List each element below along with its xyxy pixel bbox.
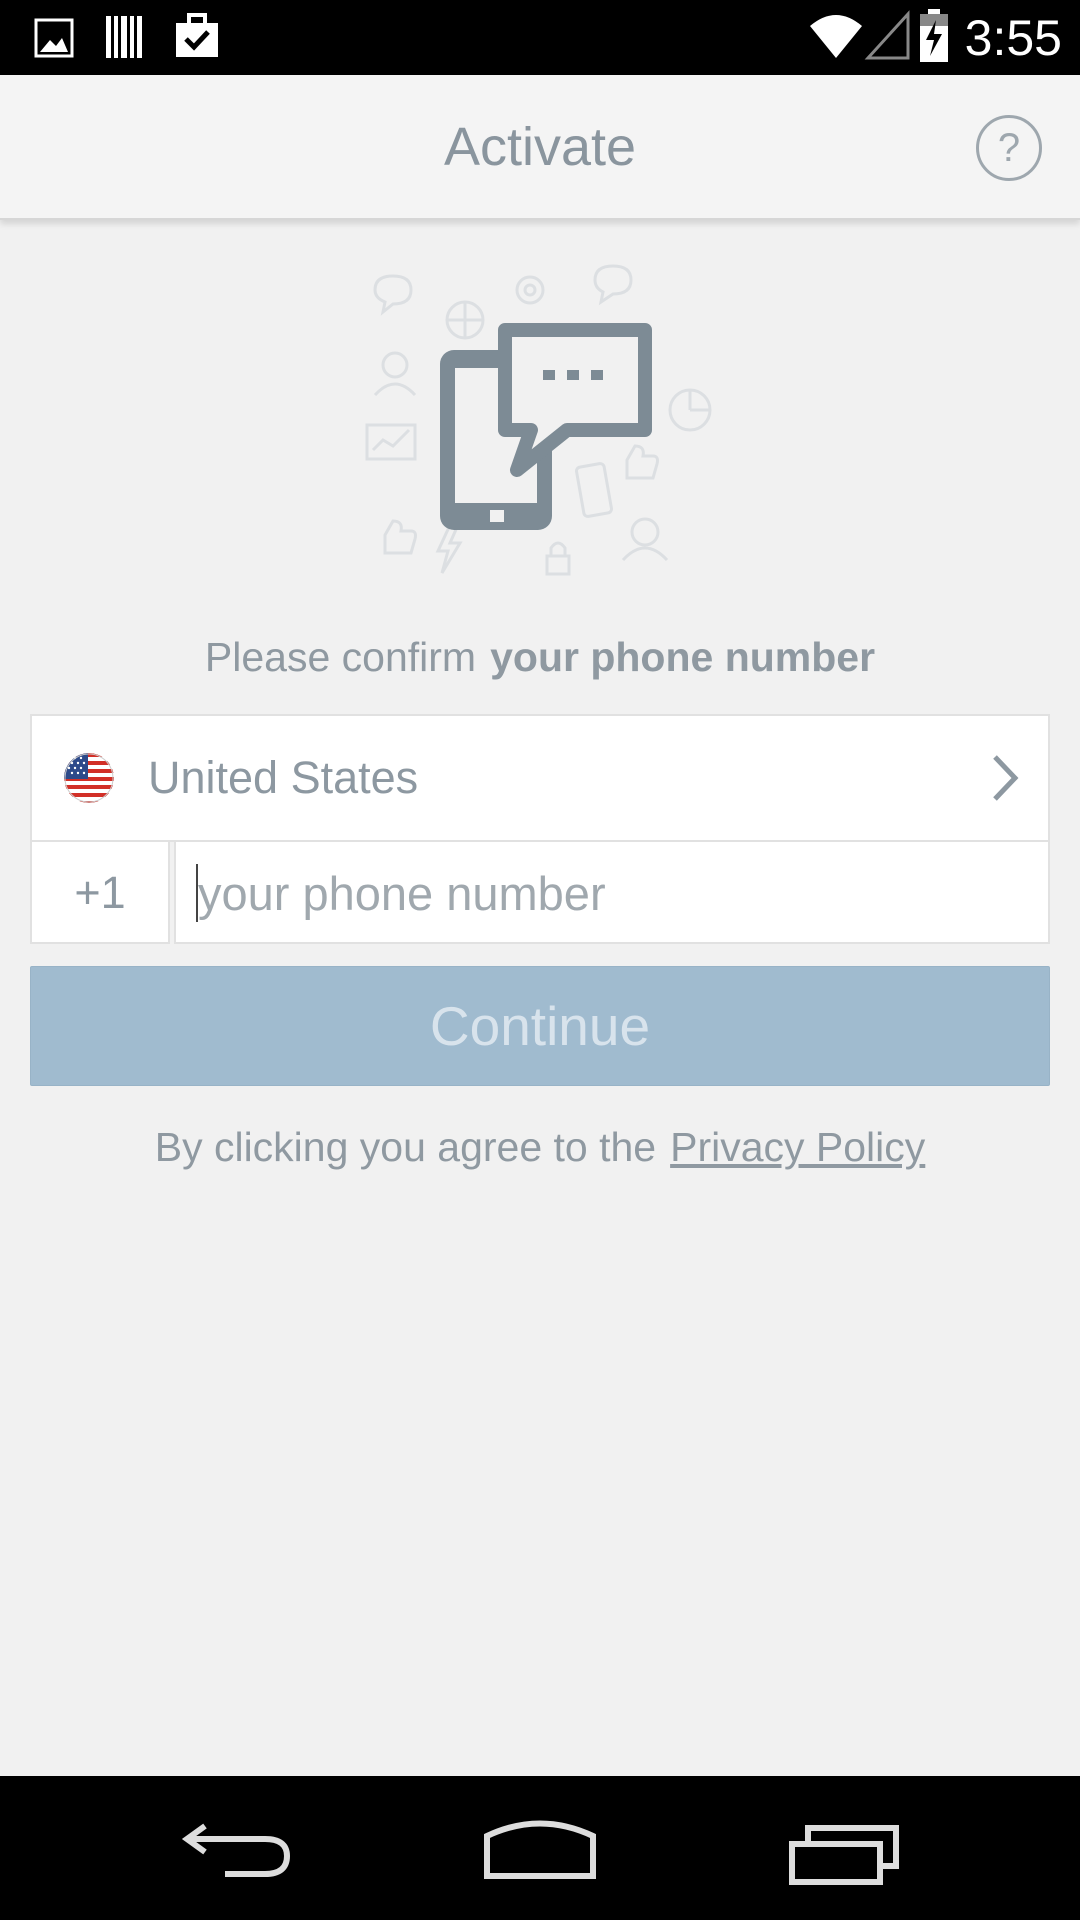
bg-phone2-icon (575, 462, 613, 518)
bg-chat2-icon (593, 264, 633, 306)
bg-lock-icon (545, 554, 571, 576)
phone-input-box[interactable] (174, 840, 1050, 944)
navigation-bar (0, 1776, 1080, 1920)
prompt-text: Please confirm (204, 634, 477, 680)
briefcase-check-icon (176, 13, 218, 57)
continue-button[interactable]: Continue (30, 966, 1050, 1086)
bg-bolt-icon (435, 523, 463, 574)
confirm-prompt: Please confirm your phone number (0, 632, 1080, 682)
help-button[interactable]: ? (976, 115, 1042, 181)
country-name: United States (148, 752, 419, 803)
bg-user2-icon (630, 517, 660, 547)
bg-user-icon (381, 351, 409, 379)
bg-like-icon (625, 444, 659, 480)
signal-icon (864, 10, 910, 60)
phone-number-input[interactable] (198, 860, 1018, 926)
bg-gear-icon (515, 275, 545, 305)
agreement-label: By clicking you agree to the (154, 1124, 657, 1170)
country-selector[interactable]: United States (30, 714, 1050, 842)
phone-chat-illustration (365, 264, 712, 576)
us-flag-icon (64, 753, 114, 803)
phone-row: +1 (30, 840, 1050, 944)
page-title: Activate (443, 117, 637, 177)
status-bar: 3:55 (0, 0, 1080, 75)
bg-chat-icon (373, 274, 413, 316)
privacy-policy-link[interactable]: Privacy Policy (670, 1124, 925, 1170)
back-icon[interactable] (175, 1806, 305, 1890)
agreement-text: By clicking you agree to the Privacy Poli… (0, 1122, 1080, 1172)
dial-code-box[interactable]: +1 (30, 840, 170, 944)
app-bar: Activate ? (0, 75, 1080, 220)
prompt-bold-text: your phone number (490, 634, 876, 680)
bg-like2-icon (383, 519, 417, 555)
activate-screen: 3:55 Activate ? Please confirm your phon… (0, 0, 1080, 1920)
home-icon[interactable] (475, 1806, 605, 1890)
status-time: 3:55 (964, 10, 1062, 66)
wifi-icon (810, 15, 862, 58)
battery-charging-icon (920, 9, 948, 62)
chat-bubble-icon (498, 323, 652, 477)
chevron-right-icon (993, 755, 1019, 801)
help-icon: ? (997, 126, 1021, 170)
barcode-icon (106, 16, 142, 58)
dial-code: +1 (74, 867, 126, 918)
image-icon (34, 18, 74, 58)
recents-icon[interactable] (780, 1806, 910, 1890)
